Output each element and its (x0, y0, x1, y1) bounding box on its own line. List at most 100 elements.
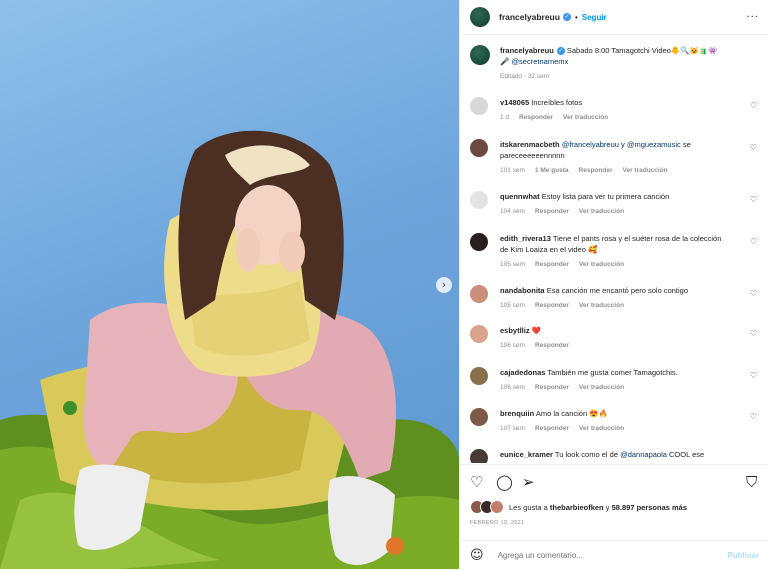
translate-button[interactable]: Ver traducción (579, 208, 624, 215)
like-heart-icon[interactable]: ♡ (470, 473, 483, 491)
comment-time: 105 sem (500, 261, 525, 268)
comment-item: nandabonita Esa canción me encantó pero … (470, 285, 759, 311)
caption-verified-icon: ✓ (556, 47, 565, 56)
comment-input[interactable] (495, 550, 728, 561)
comment-time: 107 sem (500, 425, 525, 432)
comment-avatar[interactable] (470, 233, 488, 251)
reply-button[interactable]: Responder (519, 114, 553, 121)
comment-text: Estoy lista para ver tu primera canción (541, 192, 670, 201)
comment-item: v148065 Increíbles fotos 1 d Responder Ver… (470, 97, 759, 123)
comment-item: brenquiin Amo la canción 😍🔥 107 sem Respo… (470, 408, 759, 434)
comment-avatar[interactable] (470, 139, 488, 157)
comment-text: También me gusta comer Tamagotchis. (547, 368, 678, 377)
comment-text: Esa canción me encantó pero solo contigo (546, 286, 689, 295)
translate-button[interactable]: Ver traducción (579, 261, 624, 268)
likes-count[interactable]: 58.897 personas más (612, 503, 687, 512)
comment-avatar[interactable] (470, 325, 488, 343)
follow-button[interactable]: Seguir (582, 13, 607, 22)
caption-mention[interactable]: @secretnamemx (511, 57, 568, 66)
like-comment-icon[interactable]: ♡ (750, 289, 757, 298)
next-photo-icon[interactable]: › (436, 277, 452, 293)
comment-username[interactable]: cajadedonas (500, 368, 545, 377)
comment-time: 105 sem (500, 302, 525, 309)
comment-text: Increíbles fotos (531, 98, 583, 107)
like-comment-icon[interactable]: ♡ (750, 371, 757, 380)
like-comment-icon[interactable]: ♡ (750, 195, 757, 204)
caption-emoji: 🎤 (500, 57, 510, 66)
comment-avatar[interactable] (470, 449, 488, 463)
comment-username[interactable]: edith_rivera13 (500, 234, 551, 243)
emoji-icon[interactable]: ☺ (470, 548, 484, 563)
comment-item: itskarenmacbeth @francelyabreuu y @mguez… (470, 139, 759, 176)
comment-avatar[interactable] (470, 408, 488, 426)
translate-button[interactable]: Ver traducción (579, 384, 624, 391)
add-comment-bar: ☺ Publicar (460, 540, 768, 570)
comment-item: eunice_kramer Tu look como el de @dannap… (470, 449, 759, 463)
like-comment-icon[interactable]: ♡ (750, 101, 757, 110)
reply-button[interactable]: Responder (535, 425, 569, 432)
comment-username[interactable]: v148065 (500, 98, 529, 107)
reply-button[interactable]: Responder (535, 342, 569, 349)
bookmark-icon[interactable]: ⛉ (746, 473, 757, 491)
share-send-icon[interactable]: ➢ (522, 473, 535, 491)
reply-button[interactable]: Responder (579, 167, 613, 174)
translate-button[interactable]: Ver traducción (579, 302, 624, 309)
likes-summary[interactable]: Les gusta a thebarbieofken y 58.897 pers… (470, 500, 687, 514)
comment-item: cajadedonas También me gusta comer Tamag… (470, 367, 759, 393)
post-header: francelyabreuu ✓ • Seguir ··· (460, 0, 768, 35)
caption-text: Sabado 8:00 Tamagotchi Video🐥🔍😺🧃👾 (566, 46, 718, 55)
comment-item: esbytlliz ❤️ 106 sem Responder ♡ (470, 325, 759, 351)
likes-prefix: Les gusta a (509, 502, 550, 512)
translate-button[interactable]: Ver traducción (622, 167, 667, 174)
comment-item: quennwhat Estoy lista para ver tu primer… (470, 191, 759, 217)
comment-username[interactable]: brenquiin (500, 409, 534, 418)
post-date: FEBRERO 19, 2021 (470, 520, 525, 526)
comment-avatar[interactable] (470, 285, 488, 303)
comment-text: y (618, 140, 627, 149)
comment-bubble-icon[interactable]: ◯ (496, 473, 513, 491)
reply-button[interactable]: Responder (535, 302, 569, 309)
reply-button[interactable]: Responder (535, 208, 569, 215)
post-caption: francelyabreuu ✓ Sabado 8:00 Tamagotchi V… (470, 35, 759, 97)
comment-username[interactable]: nandabonita (500, 286, 545, 295)
likes-user[interactable]: thebarbieofken (550, 503, 604, 512)
like-comment-icon[interactable]: ♡ (750, 237, 757, 246)
like-comment-icon[interactable]: ♡ (750, 143, 757, 152)
post-photo[interactable]: › (0, 0, 459, 569)
translate-button[interactable]: Ver traducción (579, 425, 624, 432)
comment-username[interactable]: itskarenmacbeth (500, 140, 560, 149)
likes-suffix: y (603, 502, 612, 512)
more-options-icon[interactable]: ··· (746, 12, 759, 23)
comment-avatar[interactable] (470, 367, 488, 385)
liker-avatar (490, 500, 504, 514)
comment-likes[interactable]: 1 Me gusta (535, 167, 569, 174)
comment-item: edith_rivera13 Tiene el pants rosa y el … (470, 233, 759, 270)
comment-mention[interactable]: @mguezamusic (627, 140, 681, 149)
reply-button[interactable]: Responder (535, 261, 569, 268)
author-username[interactable]: francelyabreuu (499, 12, 560, 22)
caption-meta: Editado · 32 sem (500, 73, 550, 80)
author-avatar[interactable] (470, 7, 490, 27)
comment-avatar[interactable] (470, 191, 488, 209)
post-panel: francelyabreuu ✓ • Seguir ··· francelyab… (459, 0, 768, 569)
comment-time: 1 d (500, 114, 510, 121)
comment-mention[interactable]: @dannapaola (620, 450, 667, 459)
publish-button[interactable]: Publicar (727, 551, 759, 560)
like-comment-icon[interactable]: ♡ (750, 329, 757, 338)
comment-mention[interactable]: @francelyabreuu (562, 140, 619, 149)
caption-username[interactable]: francelyabreuu (500, 46, 554, 55)
caption-avatar[interactable] (470, 45, 490, 65)
translate-button[interactable]: Ver traducción (563, 114, 608, 121)
separator-dot: • (574, 12, 578, 22)
comment-time: 101 sem (500, 167, 525, 174)
like-comment-icon[interactable]: ♡ (750, 412, 757, 421)
comment-avatar[interactable] (470, 97, 488, 115)
comment-username[interactable]: esbytlliz (500, 326, 530, 335)
comment-text: ❤️ (531, 326, 542, 335)
comment-username[interactable]: quennwhat (500, 192, 540, 201)
comment-username[interactable]: eunice_kramer (500, 450, 553, 459)
comment-text: COOL ese (666, 450, 705, 459)
verified-icon: ✓ (562, 13, 571, 21)
comment-time: 106 sem (500, 384, 525, 391)
reply-button[interactable]: Responder (535, 384, 569, 391)
